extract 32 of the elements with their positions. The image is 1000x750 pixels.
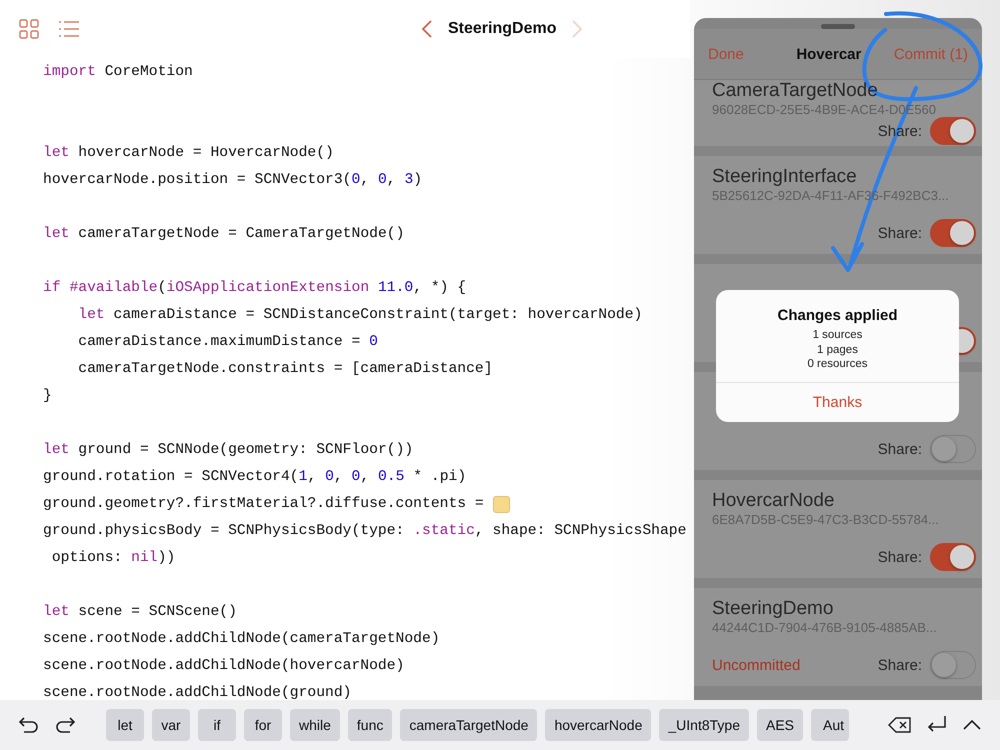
code-text: ground.rotation = SCNVector4(1, 0, 0, 0.5 * .pi)	[43, 468, 466, 487]
code-text: options: nil))	[50, 549, 176, 568]
share-label: Share:	[878, 548, 922, 566]
file-name: SteeringDemo	[712, 598, 834, 620]
share-label: Share:	[878, 224, 922, 242]
code-text: }	[43, 387, 52, 406]
share-label: Share:	[878, 440, 922, 458]
code-text: let ground = SCNNode(geometry: SCNFloor())	[43, 441, 414, 460]
alert-message: 1 sources	[812, 328, 862, 342]
code-text: let hovercarNode = HovercarNode()	[43, 144, 334, 163]
alert-title: Changes applied	[777, 307, 898, 324]
code-text: let cameraDistance = SCNDistanceConstraint(target: hovercarNode)	[77, 306, 642, 325]
code-text: scene.rootNode.addChildNode(hovercarNode)	[43, 657, 404, 676]
code-text: ground.physicsBody = SCNPhysicsBody(type: .static, shape: SCNPhysicsShape	[43, 522, 686, 541]
code-text: hovercarNode.position = SCNVector3(0, 0, 3)	[43, 171, 422, 190]
code-text: cameraDistance.maximumDistance = 0	[77, 333, 378, 352]
code-text: let scene = SCNScene()	[43, 603, 237, 622]
status-label: Uncommitted	[712, 656, 800, 674]
file-name: SteeringInterface	[712, 166, 858, 188]
code-text: cameraTargetNode.constraints = [cameraDistance]	[77, 360, 493, 379]
code-text: ground.geometry?.firstMaterial?.diffuse.contents =	[43, 495, 485, 514]
code-text: scene.rootNode.addChildNode(cameraTargetNode)	[43, 630, 440, 649]
code-text: let cameraTargetNode = CameraTargetNode()	[43, 225, 404, 244]
document-title: SteeringDemo	[448, 20, 556, 38]
code-text: scene.rootNode.addChildNode(ground)	[43, 684, 352, 700]
file-name: HovercarNode	[712, 490, 836, 512]
panel-title: Hovercar	[796, 46, 862, 62]
share-label: Share:	[878, 656, 922, 674]
code-text: import CoreMotion	[43, 63, 193, 82]
code-text: if #available(iOSApplicationExtension 11.0, *) {	[43, 279, 466, 298]
alert-message: 1 pages	[817, 342, 858, 357]
alert-message: 0 resources	[807, 357, 868, 372]
